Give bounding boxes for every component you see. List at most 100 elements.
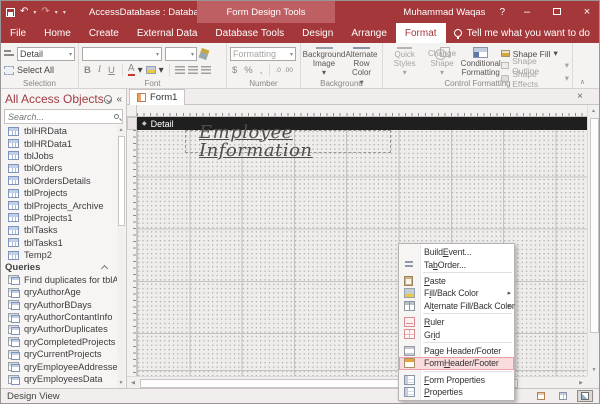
form-view-button[interactable] <box>533 390 549 402</box>
minimize-button[interactable]: – <box>519 1 535 23</box>
close-document-icon[interactable]: × <box>577 89 583 105</box>
menu-item-form-header-footer[interactable]: Form Header/Footer <box>399 357 514 369</box>
select-all-button[interactable]: Select All <box>4 62 75 78</box>
underline-button[interactable]: U <box>106 65 117 76</box>
nav-scroll-thumb[interactable] <box>118 136 125 226</box>
change-shape-button[interactable]: Change Shape ▾ <box>423 46 460 77</box>
undo-caret-icon[interactable]: ▾ <box>33 9 36 16</box>
bold-button[interactable]: B <box>82 65 93 76</box>
tell-me-box[interactable]: Tell me what you want to do <box>446 23 598 43</box>
align-center-icon[interactable] <box>188 66 198 74</box>
nav-item-query[interactable]: qryAuthorBDays <box>1 298 117 310</box>
nav-item-query[interactable]: qryAuthorContantInfo <box>1 311 117 323</box>
object-selector-combo[interactable]: Detail ▾ <box>17 47 75 61</box>
tab-create[interactable]: Create <box>80 23 128 43</box>
menu-item-page-header-footer[interactable]: Page Header/Footer <box>399 345 514 357</box>
conditional-formatting-button[interactable]: Conditional Formatting <box>461 46 501 77</box>
shutter-bar-close-icon[interactable]: « <box>116 94 122 105</box>
increase-decimals-button[interactable]: .0 <box>275 67 280 74</box>
nav-item-table[interactable]: tblProjects <box>1 187 117 199</box>
queries-section-header[interactable]: Queries <box>1 261 117 273</box>
form-design-grid[interactable]: Employee Information <box>137 130 587 376</box>
tab-design[interactable]: Design <box>293 23 342 43</box>
tab-database-tools[interactable]: Database Tools <box>206 23 293 43</box>
menu-item-fill-back-color[interactable]: Fill/Back Color ▸ <box>399 287 514 299</box>
nav-item-query[interactable]: qryAuthorDuplicates <box>1 323 117 335</box>
datasheet-view-button[interactable] <box>555 390 571 402</box>
design-view-button[interactable] <box>577 390 593 402</box>
nav-item-table[interactable]: tblProjects1 <box>1 212 117 224</box>
quick-styles-button[interactable]: Quick Styles ▾ <box>386 46 423 77</box>
search-input[interactable] <box>8 112 114 122</box>
tab-form1[interactable]: Form1 <box>129 89 185 105</box>
comma-button[interactable]: , <box>258 65 265 76</box>
align-right-icon[interactable] <box>201 66 211 74</box>
chevron-down-icon[interactable]: ▾ <box>159 65 164 76</box>
font-size-combo[interactable]: ▾ <box>165 47 197 61</box>
nav-pane-menu-icon[interactable] <box>104 95 113 104</box>
horizontal-scrollbar[interactable]: ◀ ▶ <box>127 376 587 388</box>
nav-item-query[interactable]: qryCurrentProjects <box>1 348 117 360</box>
vertical-scrollbar[interactable]: ▲ ▼ <box>587 105 599 376</box>
scroll-down-icon[interactable]: ▼ <box>117 378 125 388</box>
save-icon[interactable] <box>6 8 15 17</box>
font-color-button[interactable]: A <box>128 64 135 76</box>
tab-format[interactable]: Format <box>396 23 446 43</box>
close-button[interactable]: × <box>579 1 595 23</box>
decrease-decimals-button[interactable]: .00 <box>284 67 293 74</box>
nav-search-box[interactable] <box>4 109 123 124</box>
nav-item-table[interactable]: Temp2 <box>1 249 117 261</box>
scroll-down-icon[interactable]: ▼ <box>588 364 600 376</box>
menu-item-properties[interactable]: Properties <box>399 386 514 398</box>
undo-icon[interactable]: ↶ <box>20 7 28 17</box>
chevron-down-icon[interactable]: ▾ <box>138 65 143 76</box>
ruler-corner-box[interactable] <box>127 105 137 117</box>
number-format-combo[interactable]: Formatting ▾ <box>230 47 296 61</box>
tab-file[interactable]: File <box>1 23 35 43</box>
menu-item-grid[interactable]: Grid <box>399 328 514 340</box>
nav-item-table[interactable]: tblOrders <box>1 162 117 174</box>
scroll-right-icon[interactable]: ▶ <box>575 377 587 389</box>
customize-qat-icon[interactable]: ▾ <box>63 9 66 16</box>
redo-caret-icon[interactable]: ▾ <box>55 9 58 16</box>
percent-button[interactable]: % <box>242 65 254 76</box>
alternate-row-color-button[interactable]: Alternate Row Color ▾ <box>344 46 379 77</box>
nav-item-table[interactable]: tblHRData1 <box>1 137 117 149</box>
menu-item-alternate-fill-back-color[interactable]: Alternate Fill/Back Color ▸ <box>399 300 514 312</box>
scroll-up-icon[interactable]: ▲ <box>588 105 599 117</box>
scroll-left-icon[interactable]: ◀ <box>127 377 139 389</box>
nav-item-table[interactable]: tblOrdersDetails <box>1 175 117 187</box>
collapse-ribbon-icon[interactable]: ∧ <box>580 78 585 86</box>
nav-item-table[interactable]: tblTasks1 <box>1 237 117 249</box>
tab-arrange[interactable]: Arrange <box>342 23 396 43</box>
background-image-button[interactable]: Background Image ▾ <box>304 46 344 77</box>
nav-item-query[interactable]: qryEmployeesData <box>1 373 117 385</box>
user-account[interactable]: Muhammad Waqas <box>403 7 485 18</box>
nav-scrollbar[interactable]: ▲ ▼ <box>117 125 125 388</box>
menu-item-paste[interactable]: Paste <box>399 275 514 287</box>
nav-item-query[interactable]: qryCompletedProjects <box>1 336 117 348</box>
nav-item-query[interactable]: Find duplicates for tblAuthors <box>1 274 117 286</box>
fill-color-icon[interactable] <box>146 66 156 74</box>
horizontal-ruler[interactable] <box>137 105 587 117</box>
nav-item-table[interactable]: tblProjects_Archive <box>1 199 117 211</box>
vertical-ruler[interactable] <box>127 130 137 376</box>
scroll-up-icon[interactable]: ▲ <box>117 125 125 135</box>
section-selector-box[interactable] <box>127 117 137 130</box>
nav-item-table[interactable]: tblHRData <box>1 125 117 137</box>
nav-item-table[interactable]: tblJobs <box>1 150 117 162</box>
nav-item-query[interactable]: qryAuthorAge <box>1 286 117 298</box>
tab-external-data[interactable]: External Data <box>128 23 207 43</box>
help-button[interactable]: ? <box>499 7 505 18</box>
menu-item-build-event[interactable]: Build Event... <box>399 246 514 258</box>
currency-button[interactable]: $ <box>230 65 239 76</box>
menu-item-ruler[interactable]: Ruler <box>399 316 514 328</box>
italic-button[interactable]: I <box>96 65 103 75</box>
form-title-label-control[interactable]: Employee Information <box>185 130 391 153</box>
nav-item-table[interactable]: tblTasks <box>1 224 117 236</box>
tab-home[interactable]: Home <box>35 23 80 43</box>
font-name-combo[interactable]: ▾ <box>82 47 162 61</box>
menu-item-form-properties[interactable]: Form Properties <box>399 374 514 386</box>
vertical-scroll-thumb[interactable] <box>590 118 599 333</box>
nav-item-query[interactable]: qryEmployeeAddresses <box>1 360 117 372</box>
